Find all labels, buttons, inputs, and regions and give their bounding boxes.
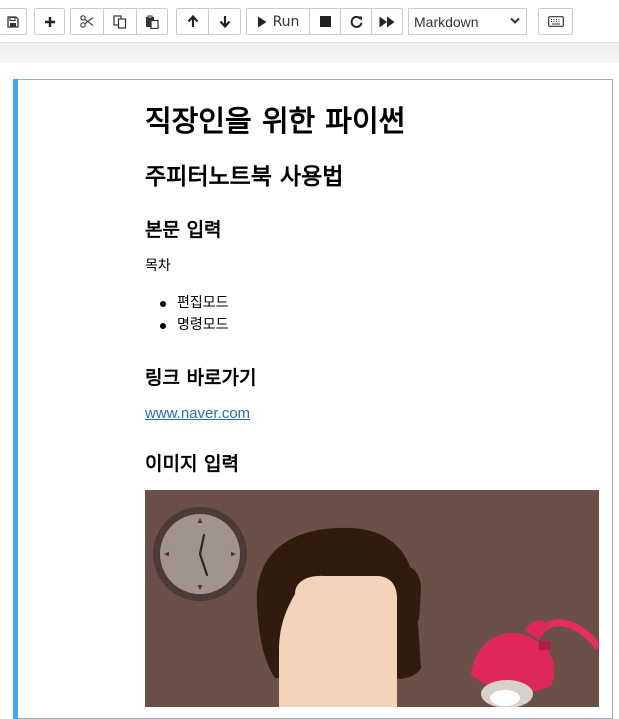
refresh-icon: [350, 15, 362, 28]
bullet: [160, 323, 166, 329]
keyboard-group: [538, 8, 573, 35]
copy-icon: [113, 14, 127, 29]
section-heading-link: 링크 바로가기: [145, 367, 257, 389]
mode-list: 편집모드 명령모드: [145, 293, 229, 337]
notebook-toolbar: Run Markdown: [0, 0, 619, 43]
scissors-icon: [80, 15, 94, 28]
insert-cell-button[interactable]: [34, 8, 65, 35]
naver-link[interactable]: www.naver.com: [145, 404, 250, 424]
cut-button[interactable]: [70, 8, 104, 35]
heading-2: 주피터노트북 사용법: [145, 164, 344, 190]
keyboard-icon: [547, 16, 564, 27]
stop-button[interactable]: [309, 8, 341, 35]
embedded-image: [145, 490, 599, 707]
move-up-button[interactable]: [176, 8, 209, 35]
edit-group: [70, 8, 168, 35]
save-group: [0, 8, 27, 35]
office-illustration: [145, 490, 599, 707]
copy-button[interactable]: [103, 8, 137, 35]
arrow-up-icon: [187, 15, 198, 27]
bullet: [160, 301, 166, 307]
cell-type-value: Markdown: [414, 13, 479, 30]
save-icon: [7, 15, 19, 28]
heading-1: 직장인을 위한 파이썬: [145, 104, 406, 138]
toolbar-shadow: [0, 43, 619, 63]
paragraph-toc: 목차: [145, 258, 171, 274]
run-label: Run: [272, 13, 300, 30]
fast-forward-icon: [379, 16, 395, 27]
arrow-down-icon: [219, 16, 230, 28]
run-button[interactable]: Run: [246, 8, 310, 35]
move-group: [176, 8, 241, 35]
run-group: Run: [246, 8, 403, 35]
insert-group: [34, 8, 65, 35]
chevron-down-icon: [510, 17, 520, 24]
clock-icon: [153, 507, 247, 601]
paste-icon: [146, 15, 159, 29]
list-item: 편집모드: [145, 293, 229, 315]
play-icon: [257, 16, 267, 27]
stop-icon: [319, 16, 331, 27]
section-heading-body-input: 본문 입력: [145, 219, 222, 241]
move-down-button[interactable]: [208, 8, 241, 35]
keyboard-button[interactable]: [538, 8, 573, 35]
plus-icon: [44, 16, 55, 27]
restart-button[interactable]: [340, 8, 372, 35]
run-all-button[interactable]: [371, 8, 403, 35]
section-heading-image: 이미지 입력: [145, 453, 240, 475]
save-button[interactable]: [0, 8, 27, 35]
person-illustration: [256, 527, 421, 707]
cell-type-select[interactable]: Markdown: [408, 8, 527, 35]
list-item-label: 편집모드: [177, 295, 229, 311]
cell-selection-indicator: [13, 79, 18, 719]
list-item: 명령모드: [145, 315, 229, 337]
paste-button[interactable]: [136, 8, 168, 35]
list-item-label: 명령모드: [177, 317, 229, 333]
